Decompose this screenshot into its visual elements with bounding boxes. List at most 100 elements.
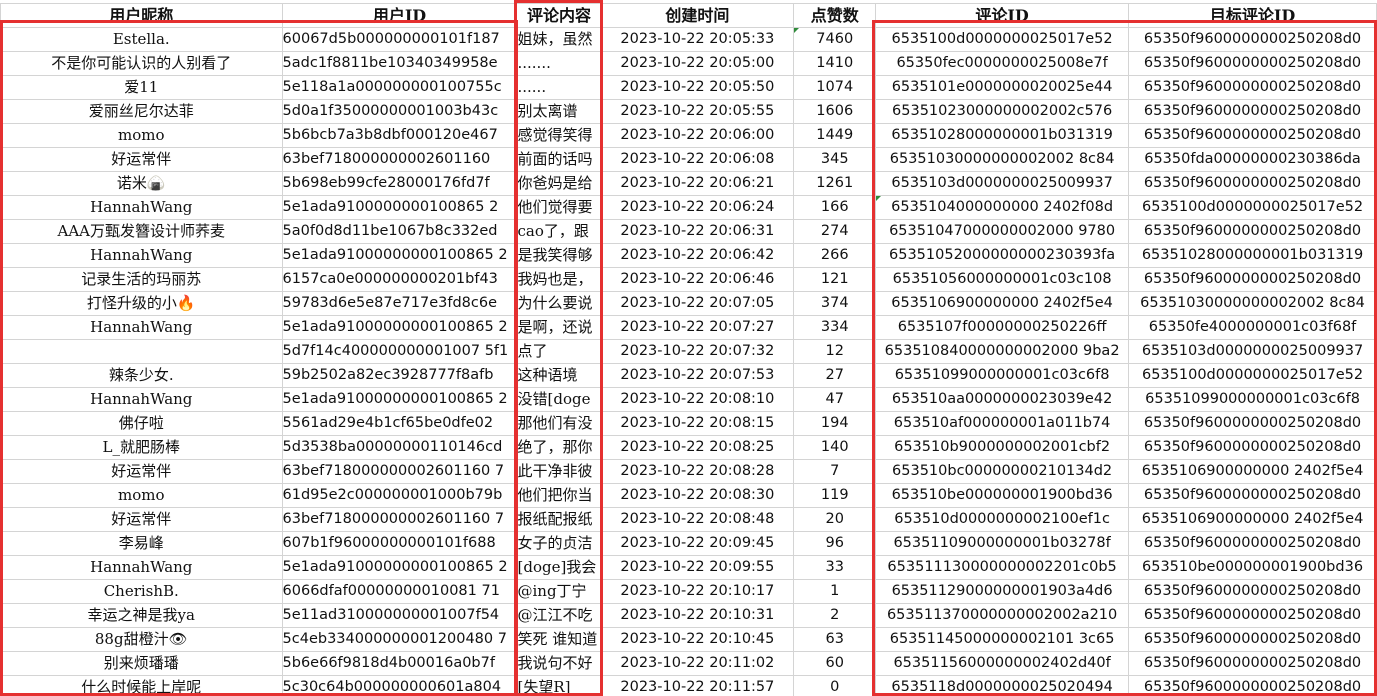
user-id-cell[interactable]: 5e1ada91000000000100865 2 xyxy=(281,315,518,340)
comment-content-cell[interactable]: 他们觉得要 xyxy=(516,195,602,220)
comment-id-cell[interactable]: 653510bc00000000210134d2 xyxy=(875,459,1130,484)
user-id-cell[interactable]: 63bef718000000002601160 7 xyxy=(281,507,518,532)
comment-content-cell[interactable]: 姐妹，虽然 xyxy=(516,27,602,52)
likes-cell[interactable]: 1 xyxy=(793,579,877,604)
comment-id-cell[interactable]: 653510d0000000002100ef1c xyxy=(875,507,1130,532)
created-time-cell[interactable]: 2023-10-22 20:06:24 xyxy=(600,195,795,220)
comment-id-cell[interactable]: 6535103d0000000025009937 xyxy=(875,171,1130,196)
comment-id-cell[interactable]: 653510af000000001a011b74 xyxy=(875,411,1130,436)
header-likes[interactable]: 点赞数 xyxy=(793,3,877,28)
likes-cell[interactable]: 119 xyxy=(793,483,877,508)
nickname-cell[interactable]: 不是你可能认识的人别看了 xyxy=(0,51,283,76)
nickname-cell[interactable]: 好运常伴 xyxy=(0,507,283,532)
comment-id-cell[interactable]: 6535101e0000000020025e44 xyxy=(875,75,1130,100)
comment-content-cell[interactable]: 是我笑得够 xyxy=(516,243,602,268)
header-created-time[interactable]: 创建时间 xyxy=(600,3,795,28)
comment-content-cell[interactable]: 感觉得笑得 xyxy=(516,123,602,148)
likes-cell[interactable]: 1449 xyxy=(793,123,877,148)
likes-cell[interactable]: 7 xyxy=(793,459,877,484)
target-comment-id-cell[interactable]: 65350f9600000000250208d0 xyxy=(1128,483,1377,508)
created-time-cell[interactable]: 2023-10-22 20:05:00 xyxy=(600,51,795,76)
user-id-cell[interactable]: 63bef718000000002601160 7 xyxy=(281,459,518,484)
nickname-cell[interactable]: momo xyxy=(0,483,283,508)
likes-cell[interactable]: 266 xyxy=(793,243,877,268)
nickname-cell[interactable]: momo xyxy=(0,123,283,148)
likes-cell[interactable]: 1074 xyxy=(793,75,877,100)
user-id-cell[interactable]: 5b698eb99cfe28000176fd7f xyxy=(281,171,518,196)
header-nickname[interactable]: 用户昵称 xyxy=(0,3,283,28)
comment-id-cell[interactable]: 65350fec0000000025008e7f xyxy=(875,51,1130,76)
target-comment-id-cell[interactable]: 65350f9600000000250208d0 xyxy=(1128,171,1377,196)
user-id-cell[interactable]: 63bef718000000002601160 xyxy=(281,147,518,172)
nickname-cell[interactable]: 诺米🍙 xyxy=(0,171,283,196)
user-id-cell[interactable]: 5a0f0d8d11be1067b8c332ed xyxy=(281,219,518,244)
comment-content-cell[interactable]: 前面的话吗 xyxy=(516,147,602,172)
likes-cell[interactable]: 345 xyxy=(793,147,877,172)
comment-id-cell[interactable]: 6535118d0000000025020494 xyxy=(875,675,1130,696)
created-time-cell[interactable]: 2023-10-22 20:09:45 xyxy=(600,531,795,556)
user-id-cell[interactable]: 6157ca0e000000000201bf43 xyxy=(281,267,518,292)
user-id-cell[interactable]: 5e11ad310000000001007f54 xyxy=(281,603,518,628)
comment-content-cell[interactable]: 没错[doge xyxy=(516,387,602,412)
nickname-cell[interactable]: Estella. xyxy=(0,27,283,52)
created-time-cell[interactable]: 2023-10-22 20:06:46 xyxy=(600,267,795,292)
likes-cell[interactable]: 60 xyxy=(793,651,877,676)
comment-id-cell[interactable]: 65351099000000001c03c6f8 xyxy=(875,363,1130,388)
created-time-cell[interactable]: 2023-10-22 20:11:02 xyxy=(600,651,795,676)
comment-content-cell[interactable]: 别太离谱 xyxy=(516,99,602,124)
user-id-cell[interactable]: 5adc1f8811be10340349958e xyxy=(281,51,518,76)
target-comment-id-cell[interactable]: 6535106900000000 2402f5e4 xyxy=(1128,459,1377,484)
comment-id-cell[interactable]: 653510b9000000002001cbf2 xyxy=(875,435,1130,460)
target-comment-id-cell[interactable]: 65350f9600000000250208d0 xyxy=(1128,27,1377,52)
target-comment-id-cell[interactable]: 65350f9600000000250208d0 xyxy=(1128,579,1377,604)
target-comment-id-cell[interactable]: 65350f9600000000250208d0 xyxy=(1128,675,1377,696)
user-id-cell[interactable]: 5b6bcb7a3b8dbf000120e467 xyxy=(281,123,518,148)
nickname-cell[interactable]: 记录生活的玛丽苏 xyxy=(0,267,283,292)
header-comment-content[interactable]: 评论内容 xyxy=(516,3,602,28)
comment-content-cell[interactable]: [失望R] xyxy=(516,675,602,696)
created-time-cell[interactable]: 2023-10-22 20:07:27 xyxy=(600,315,795,340)
user-id-cell[interactable]: 5e1ada91000000000100865 2 xyxy=(281,243,518,268)
created-time-cell[interactable]: 2023-10-22 20:10:17 xyxy=(600,579,795,604)
target-comment-id-cell[interactable]: 65350fda00000000230386da xyxy=(1128,147,1377,172)
likes-cell[interactable]: 7460 xyxy=(793,27,877,52)
user-id-cell[interactable]: 5d3538ba00000000110146cd xyxy=(281,435,518,460)
nickname-cell[interactable]: 爱11 xyxy=(0,75,283,100)
created-time-cell[interactable]: 2023-10-22 20:08:30 xyxy=(600,483,795,508)
created-time-cell[interactable]: 2023-10-22 20:10:31 xyxy=(600,603,795,628)
nickname-cell[interactable]: 别来烦璠璠 xyxy=(0,651,283,676)
comment-content-cell[interactable]: 为什么要说 xyxy=(516,291,602,316)
header-user-id[interactable]: 用户ID xyxy=(281,3,518,28)
target-comment-id-cell[interactable]: 65350f9600000000250208d0 xyxy=(1128,99,1377,124)
comment-content-cell[interactable]: 点了 xyxy=(516,339,602,364)
user-id-cell[interactable]: 5d0a1f35000000001003b43c xyxy=(281,99,518,124)
target-comment-id-cell[interactable]: 65351099000000001c03c6f8 xyxy=(1128,387,1377,412)
created-time-cell[interactable]: 2023-10-22 20:05:50 xyxy=(600,75,795,100)
comment-content-cell[interactable]: 是啊，还说 xyxy=(516,315,602,340)
likes-cell[interactable]: 1606 xyxy=(793,99,877,124)
user-id-cell[interactable]: 60067d5b000000000101f187 xyxy=(281,27,518,52)
created-time-cell[interactable]: 2023-10-22 20:06:42 xyxy=(600,243,795,268)
likes-cell[interactable]: 47 xyxy=(793,387,877,412)
user-id-cell[interactable]: 5e1ada91000000000100865 2 xyxy=(281,387,518,412)
header-target-comment-id[interactable]: 目标评论ID xyxy=(1128,3,1377,28)
nickname-cell[interactable]: 打怪升级的小🔥 xyxy=(0,291,283,316)
target-comment-id-cell[interactable]: 6535106900000000 2402f5e4 xyxy=(1128,507,1377,532)
comment-content-cell[interactable]: 报纸配报纸 xyxy=(516,507,602,532)
comment-id-cell[interactable]: 653511130000000002201c0b5 xyxy=(875,555,1130,580)
comment-content-cell[interactable]: 此干净非彼 xyxy=(516,459,602,484)
target-comment-id-cell[interactable]: 65350f9600000000250208d0 xyxy=(1128,531,1377,556)
nickname-cell[interactable]: 什么时候能上岸呢 xyxy=(0,675,283,696)
user-id-cell[interactable]: 5e118a1a000000000100755c xyxy=(281,75,518,100)
target-comment-id-cell[interactable]: 65350f9600000000250208d0 xyxy=(1128,435,1377,460)
likes-cell[interactable]: 194 xyxy=(793,411,877,436)
user-id-cell[interactable]: 61d95e2c000000001000b79b xyxy=(281,483,518,508)
target-comment-id-cell[interactable]: 65350f9600000000250208d0 xyxy=(1128,267,1377,292)
likes-cell[interactable]: 140 xyxy=(793,435,877,460)
likes-cell[interactable]: 33 xyxy=(793,555,877,580)
created-time-cell[interactable]: 2023-10-22 20:08:25 xyxy=(600,435,795,460)
likes-cell[interactable]: 166 xyxy=(793,195,877,220)
nickname-cell[interactable]: 佛仔啦 xyxy=(0,411,283,436)
comment-content-cell[interactable]: [doge]我会 xyxy=(516,555,602,580)
user-id-cell[interactable]: 607b1f96000000000101f688 xyxy=(281,531,518,556)
